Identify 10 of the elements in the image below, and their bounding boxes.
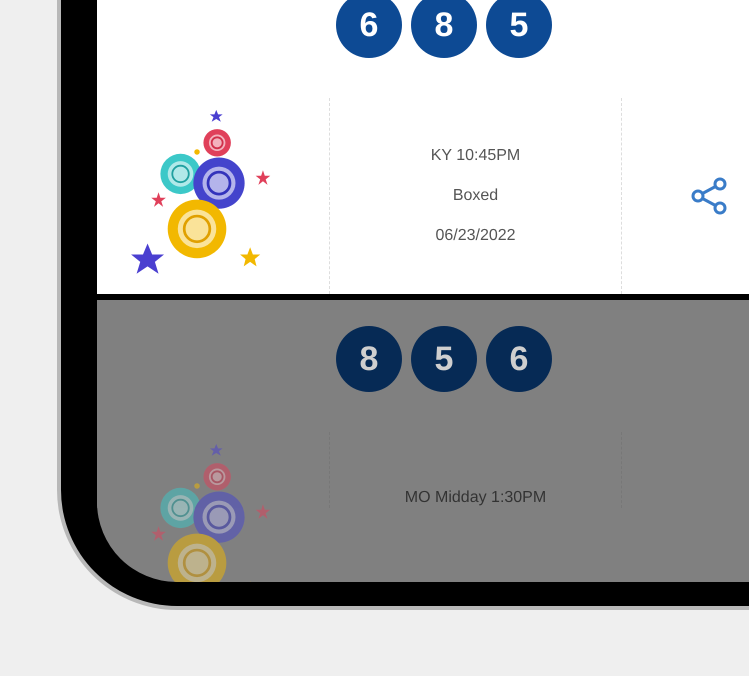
number-ball: 5 <box>486 0 552 58</box>
number-ball: 8 <box>411 0 477 58</box>
number-ball: 5 <box>411 326 477 392</box>
draw-info-text: KY 10:45PM <box>430 146 520 166</box>
number-ball: 6 <box>486 326 552 392</box>
draw-info-text: Boxed <box>452 186 498 206</box>
draw-info-text: 06/23/2022 <box>435 226 516 246</box>
number-ball: 8 <box>336 326 402 392</box>
number-ball: 6 <box>336 0 402 58</box>
draw-info-text: MO Midday 1:30PM <box>404 488 546 508</box>
